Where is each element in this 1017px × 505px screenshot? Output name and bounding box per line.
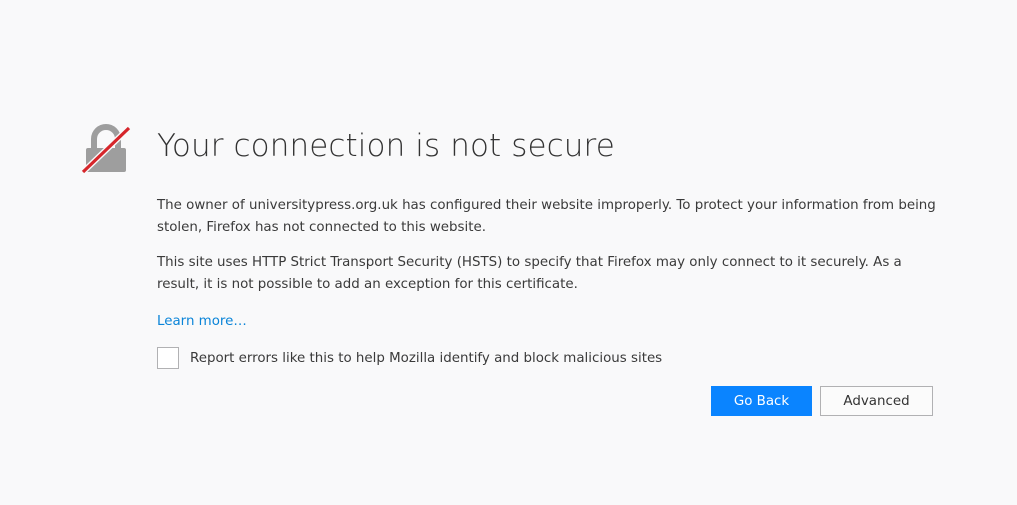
broken-lock-icon bbox=[80, 124, 132, 176]
error-description: The owner of universitypress.org.uk has … bbox=[157, 198, 936, 235]
error-page: Your connection is not secure The owner … bbox=[0, 0, 1017, 505]
error-content: Your connection is not secure The owner … bbox=[157, 124, 957, 370]
page-title: Your connection is not secure bbox=[157, 128, 615, 164]
go-back-button[interactable]: Go Back bbox=[711, 386, 812, 416]
learn-more-link[interactable]: Learn more… bbox=[157, 311, 247, 333]
report-errors-checkbox[interactable] bbox=[157, 347, 179, 369]
report-errors-label[interactable]: Report errors like this to help Mozilla … bbox=[190, 351, 662, 366]
advanced-button[interactable]: Advanced bbox=[820, 386, 933, 416]
hsts-description: This site uses HTTP Strict Transport Sec… bbox=[157, 255, 902, 292]
report-errors-row: Report errors like this to help Mozilla … bbox=[157, 346, 957, 370]
button-row: Go Back Advanced bbox=[711, 386, 933, 416]
